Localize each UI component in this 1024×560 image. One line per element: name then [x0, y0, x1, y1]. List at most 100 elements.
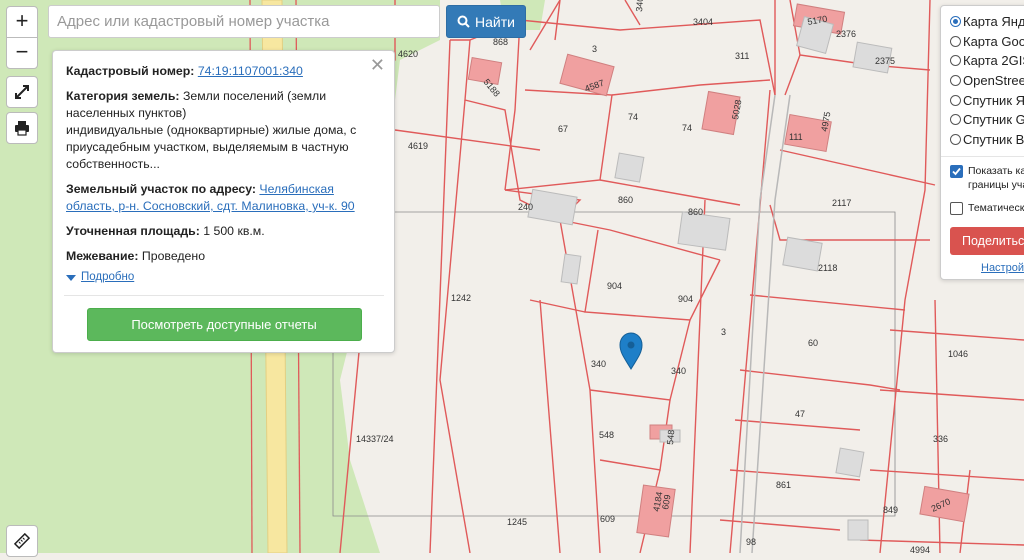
- show-borders-toggle[interactable]: Показать кадастровыеграницы участков: [950, 164, 1024, 192]
- radio[interactable]: [950, 55, 961, 67]
- search-icon: [457, 15, 470, 28]
- parcel-label: 111: [789, 132, 803, 142]
- search-input[interactable]: [48, 5, 440, 38]
- address-label: Земельный участок по адресу:: [66, 182, 256, 196]
- layers-panel: Карта Яндекс Карта Google Карта 2GIS Ope…: [940, 5, 1024, 280]
- details-toggle[interactable]: Подробно: [66, 269, 382, 286]
- category-row: Категория земель: Земли поселений (земли…: [66, 88, 382, 173]
- layer-option[interactable]: Карта 2GIS: [950, 51, 1024, 71]
- parcel-label: 2117: [832, 198, 851, 208]
- parcel-label: 4619: [408, 141, 428, 151]
- parcel-label: 74: [682, 123, 692, 133]
- parcel-label: 548: [599, 430, 614, 440]
- parcel-label: 1245: [507, 517, 527, 527]
- parcel-label: 3404: [693, 17, 713, 27]
- settings-link[interactable]: Настройки: [981, 262, 1024, 274]
- layer-option-label: Карта Яндекс: [963, 14, 1024, 30]
- layer-option[interactable]: Спутник Яндекс: [950, 90, 1024, 110]
- checkbox-checked[interactable]: [950, 165, 963, 179]
- parcel-label: 67: [558, 124, 568, 134]
- parcel-label: 868: [493, 37, 508, 47]
- measure-button[interactable]: [6, 525, 38, 557]
- view-reports-button[interactable]: Посмотреть доступные отчеты: [86, 308, 362, 341]
- parcel-label: 240: [518, 202, 533, 212]
- parcel-label: 336: [933, 434, 948, 444]
- survey-value: Проведено: [141, 249, 206, 263]
- parcel-label: 904: [678, 294, 693, 304]
- panel-divider: [64, 295, 384, 296]
- parcel-label: 2375: [875, 56, 895, 66]
- layer-option[interactable]: Спутник Bing: [950, 130, 1024, 150]
- parcel-label: 340: [671, 366, 686, 376]
- parcel-label: 3: [721, 327, 726, 337]
- thematic-toggle[interactable]: Тематическая карта: [950, 201, 1024, 216]
- address-row: Земельный участок по адресу: Челябинская…: [66, 181, 382, 215]
- printer-icon: [15, 121, 29, 136]
- parcel-label: 74: [628, 112, 638, 122]
- parcel-label: 4994: [910, 545, 930, 553]
- radio-selected[interactable]: [950, 16, 961, 28]
- show-borders-label: Показать кадастровыеграницы участков: [968, 165, 1024, 192]
- radio[interactable]: [950, 75, 961, 87]
- parcel-label: 340: [591, 359, 606, 369]
- survey-label: Межевание:: [66, 249, 139, 263]
- triangle-down-icon: [66, 274, 76, 281]
- fullscreen-button[interactable]: [6, 76, 38, 108]
- parcel-label: 1046: [948, 349, 968, 359]
- parcel-label: 548: [665, 429, 676, 445]
- parcel-label: 3: [592, 44, 597, 54]
- usage-value: индивидуальные (одноквартирные) жилые до…: [66, 123, 357, 171]
- share-button[interactable]: Поделиться: [950, 227, 1024, 256]
- details-link[interactable]: Подробно: [81, 269, 134, 286]
- parcel-info-panel: ✕ Кадастровый номер: 74:19:1107001:340 К…: [52, 50, 395, 353]
- radio[interactable]: [950, 133, 961, 145]
- parcel-label: 1242: [451, 293, 471, 303]
- search-button[interactable]: Найти: [446, 5, 526, 38]
- radio[interactable]: [950, 94, 961, 106]
- print-button[interactable]: [6, 112, 38, 144]
- parcel-label: 860: [688, 207, 703, 217]
- search-button-label: Найти: [475, 13, 515, 30]
- parcel-label: 4620: [398, 49, 418, 59]
- layer-option[interactable]: Спутник Google: [950, 110, 1024, 130]
- parcel-label: 860: [618, 195, 633, 205]
- layer-option-label: Спутник Bing: [963, 131, 1024, 147]
- layer-option-label: Карта 2GIS: [963, 53, 1024, 69]
- layer-option[interactable]: OpenStreetMap: [950, 71, 1024, 91]
- thematic-label: Тематическая карта: [968, 202, 1024, 215]
- layer-option-label: OpenStreetMap: [963, 73, 1024, 89]
- parcel-label: 60: [808, 338, 818, 348]
- parcel-label: 849: [883, 505, 898, 515]
- ruler-icon: [13, 532, 31, 550]
- checkbox[interactable]: [950, 202, 963, 216]
- area-value: 1 500 кв.м.: [203, 224, 265, 238]
- area-label: Уточненная площадь:: [66, 224, 200, 238]
- radio[interactable]: [950, 35, 961, 47]
- parcel-label: 904: [607, 281, 622, 291]
- layer-option[interactable]: Карта Google: [950, 32, 1024, 52]
- close-icon[interactable]: ✕: [370, 56, 385, 74]
- parcel-label: 2118: [818, 263, 837, 273]
- parcel-label: 14337/24: [356, 434, 394, 444]
- parcel-label: 2376: [836, 29, 856, 39]
- zoom-in-button[interactable]: +: [6, 6, 38, 38]
- zoom-out-button[interactable]: −: [6, 37, 38, 69]
- parcel-label: 311: [735, 51, 749, 61]
- checkmark-icon: [952, 168, 961, 176]
- expand-icon: [15, 85, 29, 99]
- layer-option-label: Спутник Яндекс: [963, 92, 1024, 108]
- parcel-label: 3404: [634, 0, 646, 12]
- cad-number-row: Кадастровый номер: 74:19:1107001:340: [66, 63, 382, 80]
- parcel-label: 47: [795, 409, 805, 419]
- category-label: Категория земель:: [66, 89, 180, 103]
- parcel-label: 98: [746, 537, 756, 547]
- layer-option[interactable]: Карта Яндекс: [950, 12, 1024, 32]
- survey-row: Межевание: Проведено: [66, 248, 382, 265]
- parcel-label: 861: [776, 480, 791, 490]
- radio[interactable]: [950, 114, 961, 126]
- cad-number-link[interactable]: 74:19:1107001:340: [198, 64, 303, 78]
- area-row: Уточненная площадь: 1 500 кв.м.: [66, 223, 382, 240]
- layers-divider: [941, 156, 1024, 158]
- layer-option-label: Карта Google: [963, 33, 1024, 49]
- layer-option-label: Спутник Google: [963, 112, 1024, 128]
